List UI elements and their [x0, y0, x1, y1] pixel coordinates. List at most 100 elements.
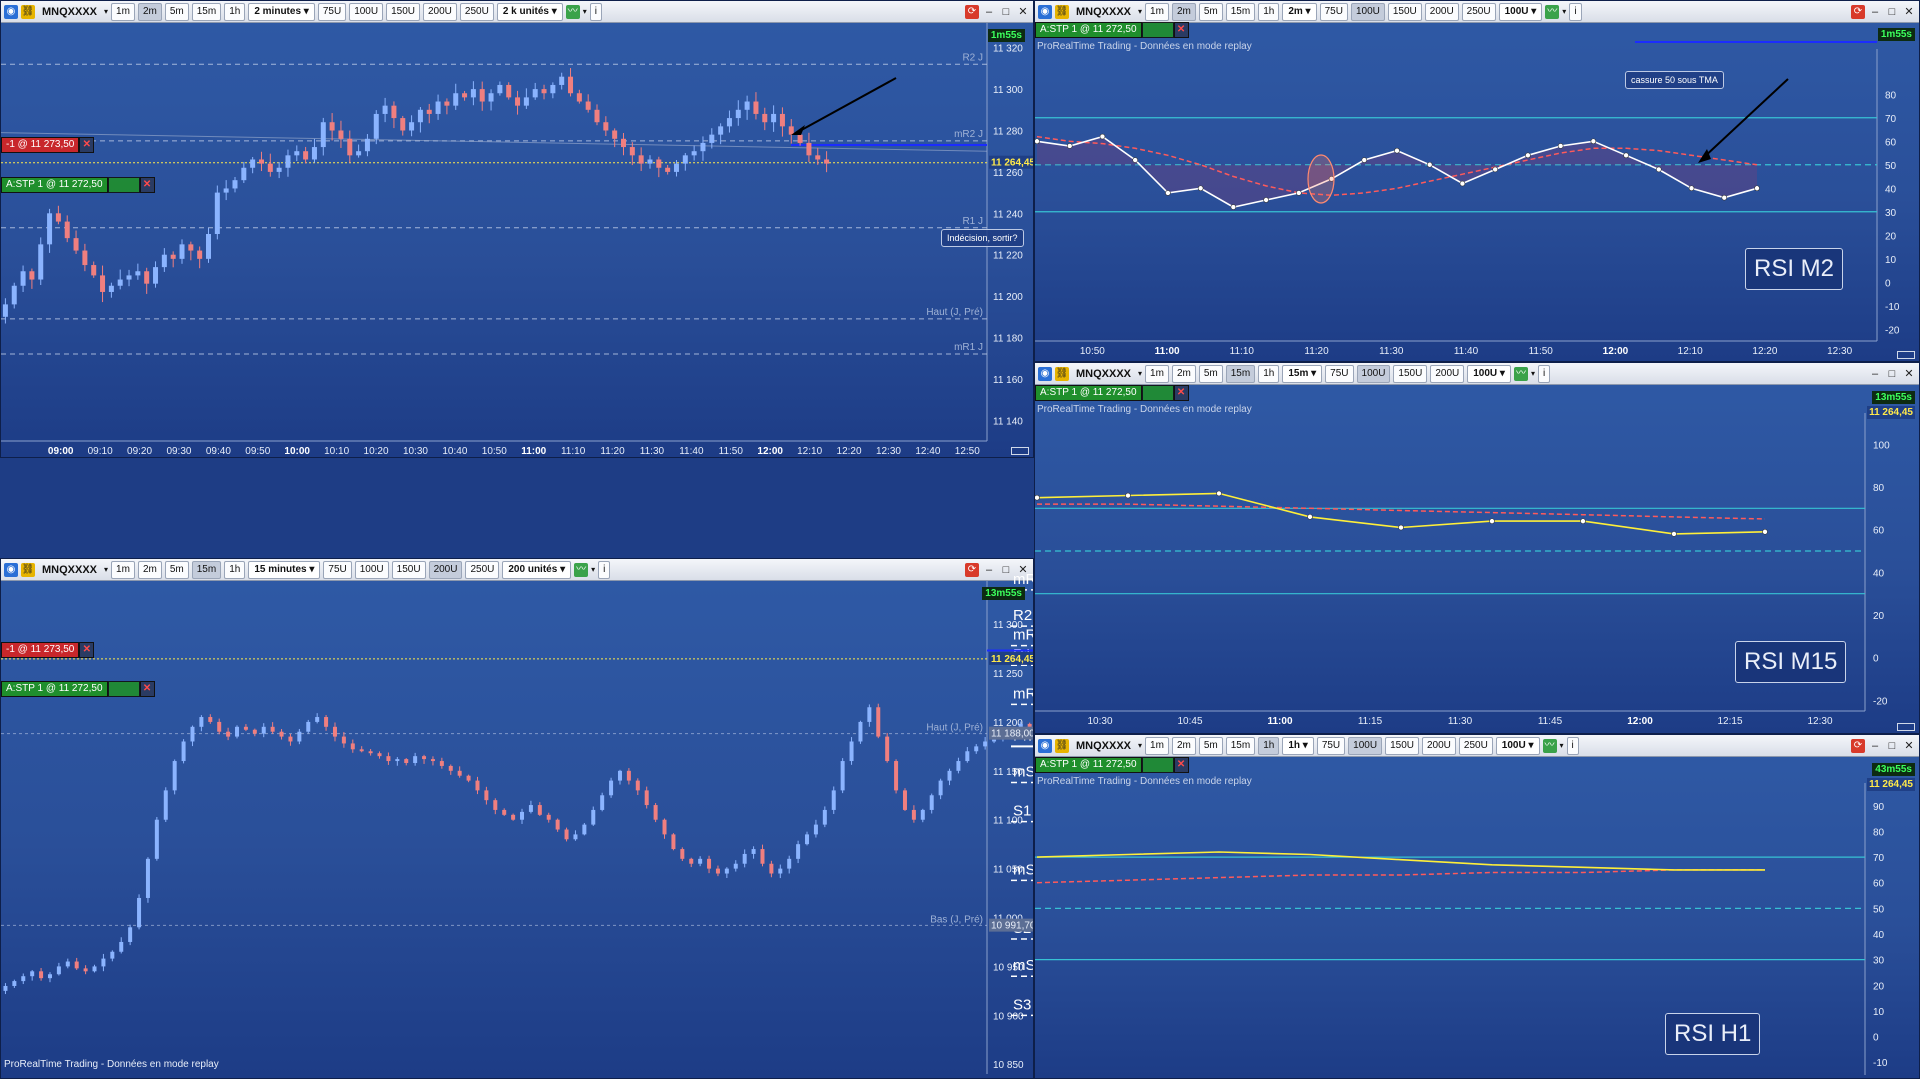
- x-tick-label: 09:30: [166, 446, 191, 457]
- bar-timer: 1m55s: [987, 29, 1025, 42]
- y-tick-label: -20: [1885, 325, 1900, 336]
- rsi-window-m15[interactable]: ◉ ⛓ MNQXXXX ▾ 1m 2m 5m 15m 1h 15m ▾ 75U 1…: [1034, 362, 1920, 734]
- candle-body: [208, 717, 213, 722]
- candle-body: [511, 814, 516, 820]
- stop-order-label: A:STP 1 @ 11 272,50: [1, 681, 108, 697]
- candle-body: [559, 76, 565, 85]
- sell-order-label: -1 @ 11 273,50: [1, 137, 80, 153]
- candle-body: [965, 751, 970, 762]
- y-tick-label: 11 180: [993, 334, 1023, 345]
- pivot-level-label: mR3 J: [1013, 571, 1034, 588]
- cancel-order-icon[interactable]: ✕: [79, 642, 95, 658]
- rsi-point: [1165, 190, 1171, 196]
- y-tick-label: 40: [1873, 568, 1885, 579]
- rsi-chart-h1[interactable]: -10 0 10 20 30 40 50 60 70 80 90: [1035, 735, 1920, 1079]
- cancel-order-icon[interactable]: ✕: [139, 177, 155, 193]
- candle-body: [64, 221, 70, 239]
- y-tick-label: 11 280: [993, 127, 1023, 138]
- candle-body: [822, 809, 827, 825]
- annotation-note[interactable]: Indécision, sortir?: [941, 229, 1024, 247]
- x-tick-label: 10:00: [284, 446, 310, 457]
- candle-body: [813, 824, 818, 835]
- chart-window-m2[interactable]: ◉ ⛓ MNQXXXX ▾ 1m 2m 5m 15m 1h 2 minutes ▾…: [0, 0, 1034, 458]
- candle-body: [546, 814, 551, 820]
- candle-body: [796, 844, 801, 859]
- pivot-level-label: mR2 J: [954, 129, 983, 140]
- candle-body: [306, 721, 311, 732]
- candle-body: [341, 736, 346, 744]
- x-tick-label: 11:30: [640, 446, 665, 457]
- y-tick-label: -10: [1873, 1058, 1888, 1069]
- annotation-note[interactable]: cassure 50 sous TMA: [1625, 71, 1724, 89]
- y-tick-label: 11 300: [993, 85, 1023, 96]
- prev-day-level-label: Bas (J, Pré): [930, 914, 983, 925]
- y-tick-label: 20: [1873, 611, 1885, 622]
- candle-body: [347, 138, 353, 156]
- candle-body: [261, 726, 266, 734]
- candle-body: [439, 761, 444, 766]
- candle-body: [718, 126, 724, 135]
- x-tick-label: 10:20: [364, 446, 389, 457]
- candle-body: [691, 151, 697, 156]
- candle-body: [20, 271, 26, 286]
- candle-body: [422, 756, 427, 760]
- candle-body: [190, 726, 195, 742]
- sell-order-tag[interactable]: -1 @ 11 273,50 ✕: [1, 137, 95, 153]
- x-tick-label: 10:45: [1177, 716, 1202, 727]
- candle-body: [119, 941, 124, 952]
- price-chart-m15[interactable]: 10 85010 90010 95011 00011 05011 10011 1…: [1, 559, 1034, 1079]
- candle-body: [74, 961, 79, 969]
- chart-window-m15[interactable]: ◉ ⛓ MNQXXXX ▾ 1m 2m 5m 15m 1h 15 minutes …: [0, 558, 1034, 1079]
- x-tick-label: 10:30: [403, 446, 428, 457]
- cancel-order-icon[interactable]: ✕: [79, 137, 95, 153]
- scroll-handle[interactable]: [1897, 351, 1915, 359]
- pivot-level-label: mR1 J: [954, 342, 983, 353]
- y-tick-label: 11 250: [993, 669, 1023, 680]
- candle-body: [573, 834, 578, 840]
- rsi-window-m2[interactable]: ◉ ⛓ MNQXXXX ▾ 1m 2m 5m 15m 1h 2m ▾ 75U 10…: [1034, 0, 1920, 362]
- candle-body: [671, 834, 676, 850]
- candle-body: [769, 863, 774, 874]
- price-chart-m2[interactable]: 11 140 11 160 11 180 11 200 11 220 11 240 11 2…: [1, 1, 1034, 458]
- candle-body: [92, 966, 97, 972]
- x-tick-label: 12:30: [876, 446, 901, 457]
- candle-body: [506, 84, 512, 98]
- rsi-point: [1489, 518, 1495, 524]
- x-tick-label: 10:50: [482, 446, 507, 457]
- candle-body: [250, 159, 256, 168]
- candle-body: [161, 254, 167, 268]
- candle-body: [56, 966, 61, 975]
- candle-body: [726, 118, 732, 127]
- candle-body: [350, 743, 355, 750]
- sell-order-tag[interactable]: -1 @ 11 273,50 ✕: [1, 642, 95, 658]
- rsi-chart-m2[interactable]: -20 -10 0 10 20 30 40 50 60 70 80 10:50 11:00 11:10 11…: [1035, 1, 1920, 362]
- candle-body: [448, 765, 453, 771]
- x-tick-label: 12:00: [1627, 716, 1653, 727]
- candle-body: [797, 134, 803, 143]
- candle-body: [609, 780, 614, 796]
- candle-body: [294, 151, 300, 156]
- rsi-point: [1754, 185, 1760, 192]
- stop-order-tag[interactable]: A:STP 1 @ 11 272,50 ✕: [1, 177, 155, 193]
- rsi-point: [1132, 157, 1138, 163]
- rsi-window-h1[interactable]: ◉ ⛓ MNQXXXX ▾ 1m 2m 5m 15m 1h 1h ▾ 75U 10…: [1034, 734, 1920, 1079]
- scroll-handle[interactable]: [1011, 447, 1029, 455]
- candle-body: [373, 113, 379, 139]
- highlight-ellipse: [1307, 154, 1335, 204]
- rsi-point: [1580, 518, 1586, 524]
- x-tick-label: 11:50: [1529, 346, 1554, 357]
- candle-body: [364, 138, 370, 152]
- candle-body: [479, 89, 485, 102]
- x-tick-label: 10:50: [1080, 346, 1105, 357]
- stop-order-tag[interactable]: A:STP 1 @ 11 272,50 ✕: [1, 681, 155, 697]
- cancel-order-icon[interactable]: ✕: [139, 681, 155, 697]
- candle-body: [902, 790, 907, 810]
- candle-body: [232, 180, 238, 189]
- x-tick-label: 11:20: [600, 446, 625, 457]
- candle-body: [582, 824, 587, 835]
- candle-body: [199, 717, 204, 727]
- scroll-handle[interactable]: [1897, 723, 1915, 731]
- candle-body: [885, 736, 890, 762]
- candle-body: [947, 770, 952, 781]
- x-tick-label: 11:20: [1304, 346, 1329, 357]
